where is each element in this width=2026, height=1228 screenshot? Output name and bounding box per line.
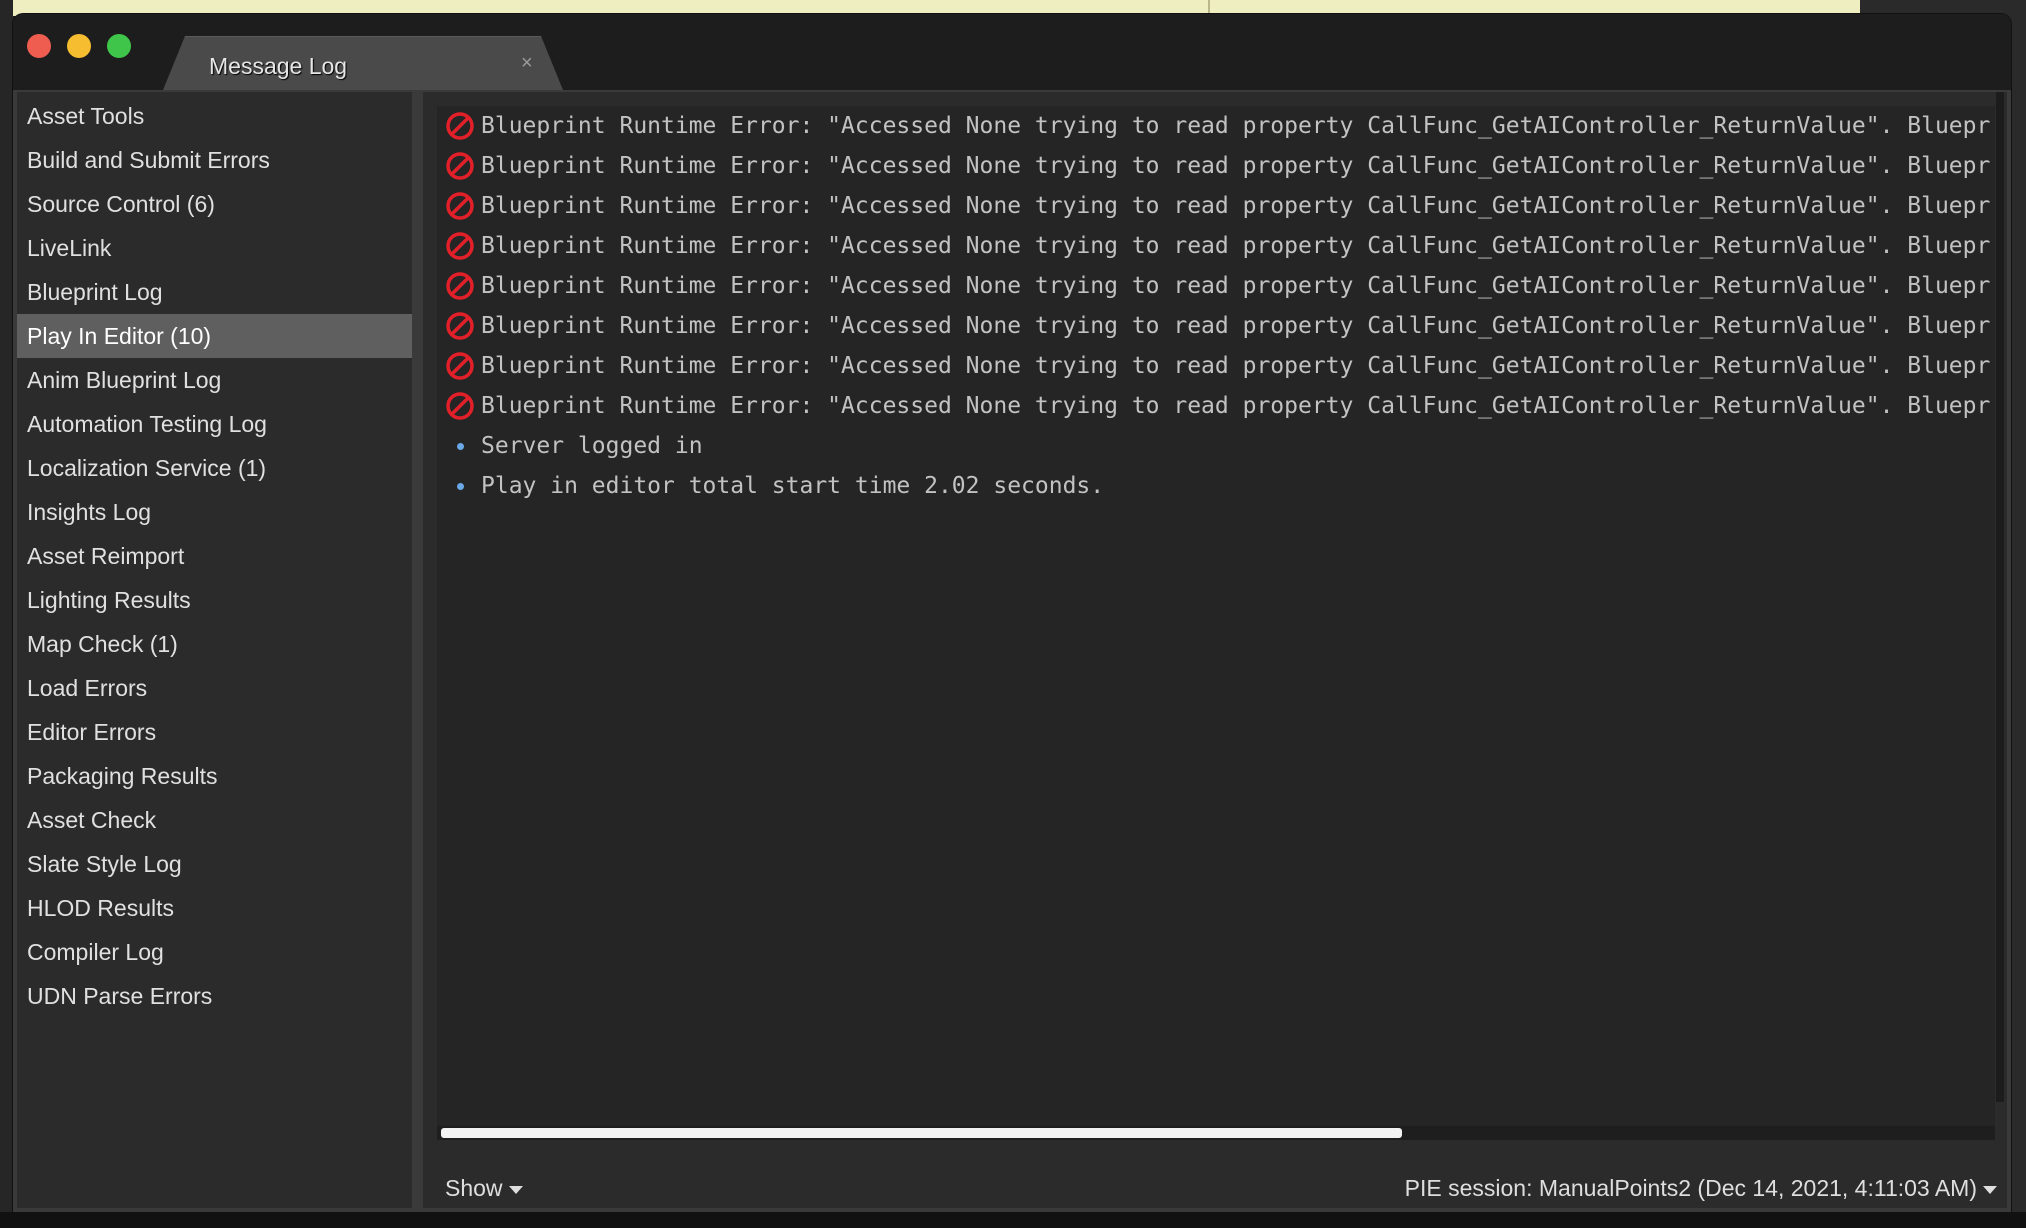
sidebar-item-build-and-submit-errors[interactable]: Build and Submit Errors — [17, 138, 412, 182]
sidebar-item-anim-blueprint-log[interactable]: Anim Blueprint Log — [17, 358, 412, 402]
no-entry-icon — [446, 392, 474, 420]
log-row[interactable]: Blueprint Runtime Error: "Accessed None … — [437, 346, 1995, 386]
log-message-text: Server logged in — [481, 433, 703, 459]
log-message-text: Blueprint Runtime Error: "Accessed None … — [481, 153, 1991, 179]
log-row[interactable]: Server logged in — [437, 426, 1995, 466]
sidebar-item-automation-testing-log[interactable]: Automation Testing Log — [17, 402, 412, 446]
log-message-text: Blueprint Runtime Error: "Accessed None … — [481, 313, 1991, 339]
sidebar-item-insights-log[interactable]: Insights Log — [17, 490, 412, 534]
sidebar-item-load-errors[interactable]: Load Errors — [17, 666, 412, 710]
log-message-text: Blueprint Runtime Error: "Accessed None … — [481, 353, 1991, 379]
log-row[interactable]: Blueprint Runtime Error: "Accessed None … — [437, 226, 1995, 266]
sidebar-item-map-check-1[interactable]: Map Check (1) — [17, 622, 412, 666]
no-entry-icon — [446, 232, 474, 260]
log-message-text: Blueprint Runtime Error: "Accessed None … — [481, 393, 1991, 419]
no-entry-icon — [446, 312, 474, 340]
caret-down-icon — [1983, 1185, 1997, 1194]
log-row[interactable]: Blueprint Runtime Error: "Accessed None … — [437, 106, 1995, 146]
title-bar[interactable]: Message Log × — [13, 14, 2011, 90]
horizontal-scrollbar[interactable] — [437, 1126, 1995, 1140]
sidebar-item-livelink[interactable]: LiveLink — [17, 226, 412, 270]
pie-session-dropdown[interactable]: PIE session: ManualPoints2 (Dec 14, 2021… — [1405, 1170, 1997, 1206]
sidebar-item-lighting-results[interactable]: Lighting Results — [17, 578, 412, 622]
info-dot-icon — [457, 483, 464, 490]
show-label: Show — [445, 1175, 503, 1201]
no-entry-icon — [446, 352, 474, 380]
log-row[interactable]: Blueprint Runtime Error: "Accessed None … — [437, 186, 1995, 226]
window-maximize-button[interactable] — [107, 34, 131, 58]
caret-down-icon — [508, 1185, 523, 1194]
tab-message-log[interactable]: Message Log × — [163, 36, 563, 90]
info-dot-icon — [457, 443, 464, 450]
sidebar-item-compiler-log[interactable]: Compiler Log — [17, 930, 412, 974]
sidebar-item-editor-errors[interactable]: Editor Errors — [17, 710, 412, 754]
window-close-button[interactable] — [27, 34, 51, 58]
horizontal-scrollbar-thumb[interactable] — [441, 1128, 1402, 1138]
log-category-sidebar: Asset Tools Build and Submit Errors Source… — [17, 92, 412, 1208]
sidebar-item-udn-parse-errors[interactable]: UDN Parse Errors — [17, 974, 412, 1018]
message-log-window: Message Log × Asset Tools Build and Submi… — [13, 14, 2011, 1212]
vertical-scrollbar[interactable] — [1996, 92, 2004, 1102]
tab-close-icon[interactable]: × — [521, 52, 533, 75]
no-entry-icon — [446, 112, 474, 140]
log-row[interactable]: Play in editor total start time 2.02 sec… — [437, 466, 1995, 506]
log-row[interactable]: Blueprint Runtime Error: "Accessed None … — [437, 146, 1995, 186]
window-minimize-button[interactable] — [67, 34, 91, 58]
log-message-text: Blueprint Runtime Error: "Accessed None … — [481, 113, 1991, 139]
log-panel: Blueprint Runtime Error: "Accessed None … — [423, 92, 2007, 1208]
log-message-list: Blueprint Runtime Error: "Accessed None … — [437, 106, 1995, 1126]
log-row[interactable]: Blueprint Runtime Error: "Accessed None … — [437, 266, 1995, 306]
no-entry-icon — [446, 192, 474, 220]
log-message-text: Blueprint Runtime Error: "Accessed None … — [481, 233, 1991, 259]
show-filter-dropdown[interactable]: Show — [445, 1170, 523, 1206]
sidebar-item-play-in-editor-10[interactable]: Play In Editor (10) — [17, 314, 412, 358]
log-message-text: Play in editor total start time 2.02 sec… — [481, 473, 1105, 499]
log-message-text: Blueprint Runtime Error: "Accessed None … — [481, 193, 1991, 219]
no-entry-icon — [446, 152, 474, 180]
sidebar-item-hlod-results[interactable]: HLOD Results — [17, 886, 412, 930]
sidebar-item-asset-tools[interactable]: Asset Tools — [17, 94, 412, 138]
sidebar-item-asset-reimport[interactable]: Asset Reimport — [17, 534, 412, 578]
tab-title: Message Log — [209, 53, 348, 79]
no-entry-icon — [446, 272, 474, 300]
sidebar-item-slate-style-log[interactable]: Slate Style Log — [17, 842, 412, 886]
sidebar-item-localization-service-1[interactable]: Localization Service (1) — [17, 446, 412, 490]
background-bottom-bar — [0, 1212, 2026, 1228]
sidebar-item-packaging-results[interactable]: Packaging Results — [17, 754, 412, 798]
sidebar-item-source-control-6[interactable]: Source Control (6) — [17, 182, 412, 226]
sidebar-item-asset-check[interactable]: Asset Check — [17, 798, 412, 842]
session-label: PIE session: ManualPoints2 (Dec 14, 2021… — [1404, 1175, 1977, 1201]
log-message-text: Blueprint Runtime Error: "Accessed None … — [481, 273, 1991, 299]
background-left-panel — [0, 0, 13, 1228]
sidebar-item-blueprint-log[interactable]: Blueprint Log — [17, 270, 412, 314]
log-row[interactable]: Blueprint Runtime Error: "Accessed None … — [437, 306, 1995, 346]
log-row[interactable]: Blueprint Runtime Error: "Accessed None … — [437, 386, 1995, 426]
